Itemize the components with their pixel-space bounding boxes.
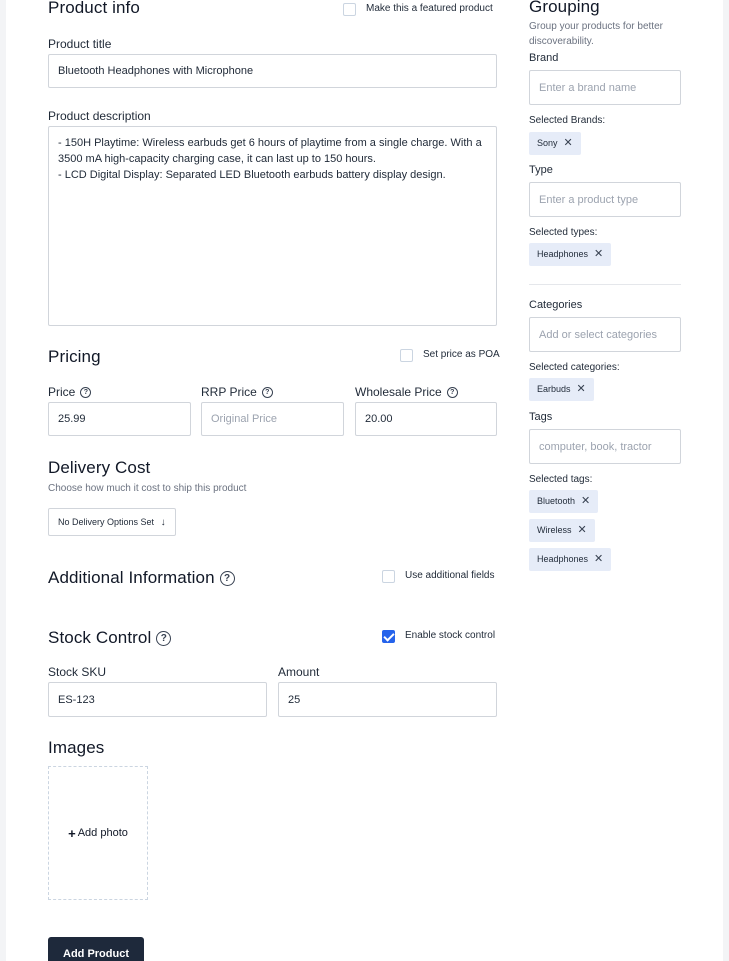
remove-icon[interactable]: ✕	[577, 383, 586, 395]
amount-label: Amount	[278, 665, 320, 679]
add-photo-label: Add photo	[77, 827, 128, 839]
rrp-label-row: RRP Price?	[201, 385, 273, 399]
chip-label: Earbuds	[537, 384, 571, 394]
product-description-textarea[interactable]: - 150H Playtime: Wireless earbuds get 6 …	[48, 126, 497, 326]
price-label: Price	[48, 385, 76, 399]
product-title-label: Product title	[48, 37, 112, 51]
product-info-heading: Product info	[48, 0, 140, 17]
grouping-subtitle: Group your products for better discovera…	[529, 21, 663, 47]
wholesale-price-label: Wholesale Price	[355, 385, 442, 399]
type-input[interactable]	[529, 182, 681, 217]
remove-icon[interactable]: ✕	[578, 524, 587, 536]
help-icon[interactable]: ?	[261, 387, 273, 399]
chip-label: Headphones	[537, 249, 589, 259]
chip-label: Sony	[537, 138, 558, 148]
remove-icon[interactable]: ✕	[594, 553, 603, 565]
featured-label: Make this a featured product	[366, 3, 493, 14]
help-icon[interactable]: ?	[219, 571, 235, 587]
remove-icon[interactable]: ✕	[564, 137, 573, 149]
tags-label: Tags	[529, 411, 553, 423]
poa-checkbox[interactable]	[400, 349, 413, 362]
help-icon[interactable]: ?	[156, 631, 172, 647]
rrp-price-input[interactable]	[201, 402, 344, 436]
chip-label: Headphones	[537, 554, 589, 564]
price-label-row: Price?	[48, 385, 92, 399]
rrp-price-label: RRP Price	[201, 385, 257, 399]
plus-icon: +	[68, 825, 76, 841]
stock-control-heading: Stock Control	[48, 628, 152, 647]
add-product-page: Product info Make this a featured produc…	[6, 0, 723, 961]
help-icon[interactable]: ?	[446, 387, 458, 399]
delivery-subtitle: Choose how much it cost to ship this pro…	[48, 483, 247, 494]
chip-label: Bluetooth	[537, 496, 576, 506]
price-input[interactable]	[48, 402, 191, 436]
selected-types-label: Selected types:	[529, 227, 598, 238]
additional-fields-label: Use additional fields	[405, 570, 495, 581]
categories-label: Categories	[529, 299, 583, 311]
delivery-dropdown-label: No Delivery Options Set	[58, 517, 155, 527]
categories-input[interactable]	[529, 317, 681, 352]
add-product-button[interactable]: Add Product	[48, 937, 144, 961]
help-icon[interactable]: ?	[80, 387, 92, 399]
tags-input[interactable]	[529, 429, 681, 464]
arrow-down-icon: ↓	[160, 517, 166, 528]
remove-icon[interactable]: ✕	[594, 248, 603, 260]
featured-checkbox[interactable]	[343, 3, 356, 16]
remove-icon[interactable]: ✕	[581, 495, 590, 507]
enable-stock-checkbox[interactable]	[382, 630, 395, 643]
brand-input[interactable]	[529, 70, 681, 105]
poa-label: Set price as POA	[423, 349, 500, 360]
stock-control-heading-row: Stock Control?	[48, 628, 172, 648]
brand-label: Brand	[529, 52, 559, 64]
brand-chip: Sony ✕	[529, 132, 581, 155]
additional-info-heading-row: Additional Information?	[48, 568, 235, 588]
enable-stock-label: Enable stock control	[405, 630, 496, 641]
tag-chip: Bluetooth ✕	[529, 490, 599, 513]
add-photo-dropzone[interactable]: + Add photo	[48, 766, 148, 900]
selected-categories-label: Selected categories:	[529, 362, 620, 373]
wholesale-price-input[interactable]	[355, 402, 497, 436]
stock-sku-label: Stock SKU	[48, 665, 107, 679]
product-title-input[interactable]	[48, 54, 497, 88]
delivery-heading: Delivery Cost	[48, 458, 151, 477]
amount-input[interactable]	[278, 682, 497, 717]
chip-label: Wireless	[537, 525, 572, 535]
tag-chip: Wireless ✕	[529, 519, 595, 542]
wholesale-label-row: Wholesale Price?	[355, 385, 458, 399]
tag-chip: Headphones ✕	[529, 548, 612, 571]
pricing-heading: Pricing	[48, 347, 101, 366]
additional-info-heading: Additional Information	[48, 568, 215, 587]
divider	[529, 284, 681, 285]
additional-fields-checkbox[interactable]	[382, 570, 395, 583]
stock-sku-input[interactable]	[48, 682, 267, 717]
images-heading: Images	[48, 738, 105, 757]
grouping-heading: Grouping	[529, 0, 600, 16]
type-label: Type	[529, 164, 553, 176]
type-chip: Headphones ✕	[529, 243, 612, 266]
category-chip: Earbuds ✕	[529, 378, 594, 401]
delivery-options-dropdown[interactable]: No Delivery Options Set ↓	[48, 508, 176, 536]
selected-tags-label: Selected tags:	[529, 474, 593, 485]
selected-brands-label: Selected Brands:	[529, 115, 606, 126]
product-description-label: Product description	[48, 109, 151, 123]
